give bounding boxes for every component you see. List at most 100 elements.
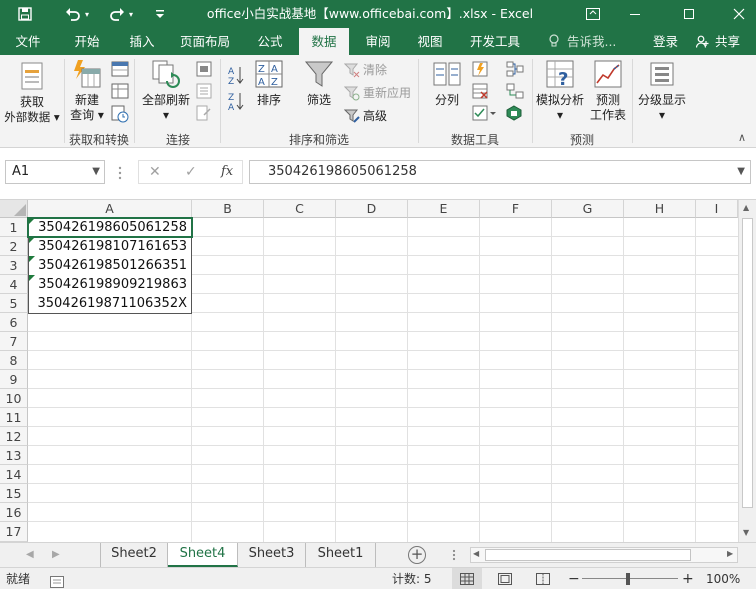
sheet-tab-sheet1[interactable]: Sheet1 <box>306 543 376 567</box>
tab-home[interactable]: 开始 <box>64 28 110 55</box>
prev-sheet-icon[interactable]: ◀ <box>26 543 34 567</box>
share-button[interactable]: 共享 <box>695 28 740 55</box>
error-indicator-icon[interactable] <box>29 275 35 281</box>
row-header[interactable]: 9 <box>0 370 28 389</box>
zoom-in-icon[interactable]: + <box>682 568 694 589</box>
relationships-icon[interactable] <box>506 83 524 102</box>
vertical-scroll-thumb[interactable] <box>742 218 753 508</box>
add-sheet-icon[interactable]: + <box>408 546 426 564</box>
forecast-sheet-button[interactable]: 预测 工作表 <box>588 59 628 129</box>
error-indicator-icon[interactable] <box>29 256 35 262</box>
sheet-tab-sheet2[interactable]: Sheet2 <box>101 543 168 567</box>
row-header[interactable]: 7 <box>0 332 28 351</box>
row-header[interactable]: 15 <box>0 484 28 503</box>
insert-function-icon[interactable]: fx <box>221 161 233 183</box>
properties-icon[interactable] <box>196 83 212 102</box>
save-icon[interactable] <box>14 0 36 28</box>
error-indicator-icon[interactable] <box>29 218 35 224</box>
vertical-scrollbar[interactable]: ▲ ▼ <box>738 200 756 542</box>
ribbon-display-icon[interactable] <box>580 0 606 28</box>
row-header[interactable]: 4 <box>0 275 28 294</box>
row-header[interactable]: 10 <box>0 389 28 408</box>
zoom-slider-thumb[interactable] <box>626 573 630 585</box>
chevron-down-icon[interactable]: ▼ <box>92 161 100 183</box>
consolidate-icon[interactable] <box>506 61 524 80</box>
horizontal-scrollbar[interactable]: ◀ ▶ <box>470 547 738 563</box>
row-header[interactable]: 17 <box>0 522 28 542</box>
customize-qat-icon[interactable] <box>150 0 170 28</box>
column-header-b[interactable]: B <box>192 200 264 218</box>
scroll-right-icon[interactable]: ▶ <box>727 549 733 558</box>
reapply-button[interactable]: 重新应用 <box>344 84 411 101</box>
text-to-columns-button[interactable]: 分列 <box>426 59 468 129</box>
expand-formula-icon[interactable]: ▼ <box>737 161 745 183</box>
split-grip-icon[interactable] <box>452 549 456 564</box>
tab-data[interactable]: 数据 <box>299 28 349 55</box>
cell-a5[interactable]: 35042619871106352X <box>29 294 191 313</box>
edit-links-icon[interactable] <box>196 105 212 124</box>
manage-data-model-icon[interactable] <box>506 105 522 124</box>
get-external-data-button[interactable]: 获取 外部数据 ▾ <box>2 59 62 129</box>
tab-insert[interactable]: 插入 <box>120 28 164 55</box>
row-header[interactable]: 13 <box>0 446 28 465</box>
advanced-filter-button[interactable]: 高级 <box>344 107 387 124</box>
zoom-out-icon[interactable]: − <box>568 568 580 589</box>
tab-file[interactable]: 文件 <box>6 28 50 55</box>
column-header-i[interactable]: I <box>696 200 738 218</box>
column-header-e[interactable]: E <box>408 200 480 218</box>
outline-button[interactable]: 分级显示 ▾ <box>634 59 690 129</box>
show-queries-icon[interactable] <box>111 61 129 80</box>
row-header[interactable]: 5 <box>0 294 28 313</box>
maximize-icon[interactable] <box>676 0 702 28</box>
column-header-d[interactable]: D <box>336 200 408 218</box>
close-icon[interactable] <box>726 0 752 28</box>
row-header[interactable]: 8 <box>0 351 28 370</box>
sort-asc-icon[interactable]: AZ <box>228 65 244 88</box>
clear-button[interactable]: 清除 <box>344 61 387 78</box>
tab-formulas[interactable]: 公式 <box>248 28 292 55</box>
column-header-f[interactable]: F <box>480 200 552 218</box>
column-header-g[interactable]: G <box>552 200 624 218</box>
worksheet-grid[interactable]: A B C D E F G H I 1 2 3 4 5 6 7 8 9 10 1… <box>0 200 756 542</box>
recent-sources-icon[interactable] <box>111 105 129 126</box>
filter-button[interactable]: 筛选 <box>300 59 338 129</box>
zoom-level[interactable]: 100% <box>706 568 740 589</box>
name-box[interactable]: A1 ▼ <box>5 160 105 184</box>
new-query-button[interactable]: 新建 查询 ▾ <box>66 59 108 129</box>
page-layout-view-icon[interactable] <box>498 568 512 589</box>
from-table-icon[interactable] <box>111 83 129 102</box>
row-header[interactable]: 14 <box>0 465 28 484</box>
column-header-a[interactable]: A <box>28 200 192 218</box>
login-link[interactable]: 登录 <box>653 28 678 55</box>
row-header[interactable]: 6 <box>0 313 28 332</box>
next-sheet-icon[interactable]: ▶ <box>52 543 60 567</box>
row-header[interactable]: 16 <box>0 503 28 522</box>
tab-page-layout[interactable]: 页面布局 <box>172 28 238 55</box>
cell-a3[interactable]: 350426198501266351 <box>29 256 191 275</box>
scroll-left-icon[interactable]: ◀ <box>473 549 479 558</box>
tab-view[interactable]: 视图 <box>408 28 452 55</box>
row-header[interactable]: 12 <box>0 427 28 446</box>
row-header[interactable]: 11 <box>0 408 28 427</box>
redo-icon[interactable]: ▾ <box>104 0 138 28</box>
enter-icon[interactable]: ✓ <box>185 161 197 183</box>
tell-me-search[interactable]: 告诉我... <box>548 28 616 55</box>
formula-bar-grip-icon[interactable] <box>118 166 122 183</box>
cell-a1[interactable]: 350426198605061258 <box>29 218 191 237</box>
tab-review[interactable]: 审阅 <box>356 28 400 55</box>
column-header-c[interactable]: C <box>264 200 336 218</box>
collapse-ribbon-icon[interactable]: ∧ <box>738 131 746 144</box>
sort-button[interactable]: ZAAZ 排序 <box>250 59 288 129</box>
row-header[interactable]: 1 <box>0 218 28 237</box>
error-indicator-icon[interactable] <box>29 237 35 243</box>
normal-view-icon[interactable] <box>452 568 482 589</box>
flash-fill-icon[interactable] <box>472 61 488 80</box>
horizontal-scroll-thumb[interactable] <box>485 549 691 561</box>
connections-icon[interactable] <box>196 61 212 80</box>
cell-a2[interactable]: 350426198107161653 <box>29 237 191 256</box>
formula-input[interactable]: 350426198605061258 ▼ <box>249 160 751 184</box>
select-all-button[interactable] <box>0 200 28 218</box>
refresh-all-button[interactable]: 全部刷新 ▾ <box>140 59 192 129</box>
macro-record-icon[interactable] <box>50 573 64 588</box>
undo-icon[interactable]: ▾ <box>60 0 94 28</box>
